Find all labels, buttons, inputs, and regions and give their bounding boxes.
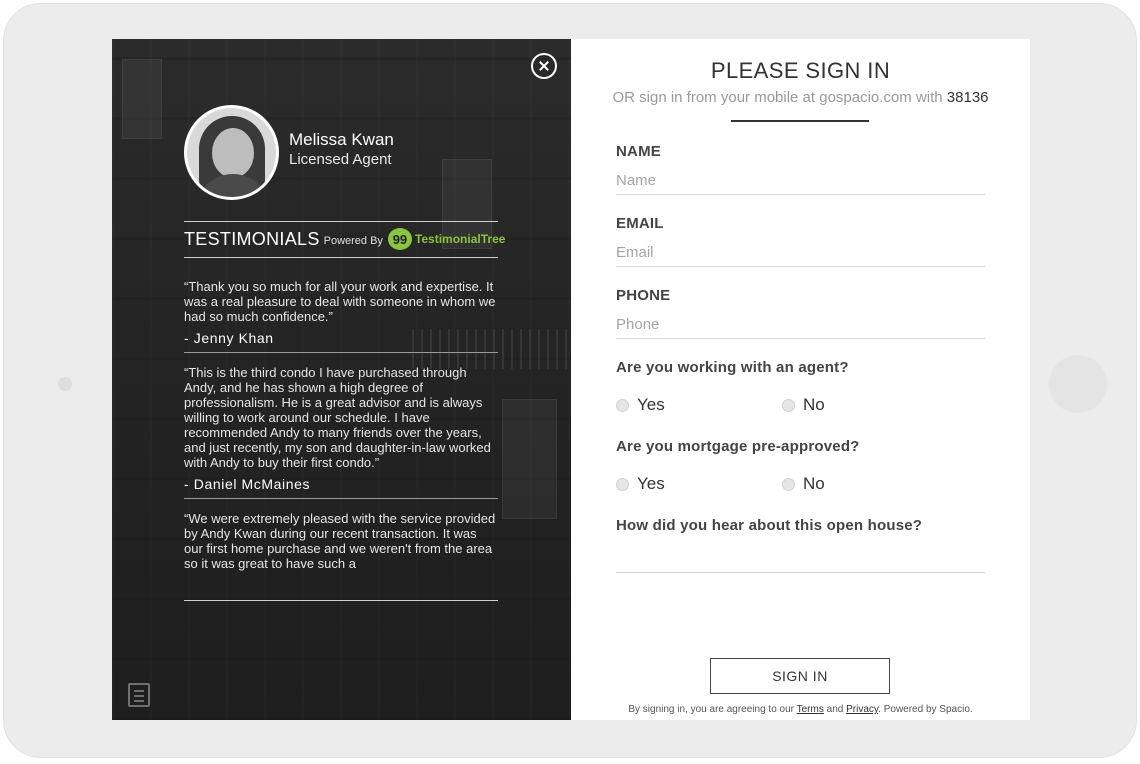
form-subtitle: OR sign in from your mobile at gospacio.…: [571, 89, 1030, 106]
close-circle-icon[interactable]: [531, 53, 557, 79]
powered-by-label: Powered By: [323, 235, 383, 247]
home-button[interactable]: [1049, 355, 1107, 413]
testimonial-author: - Daniel McMaines: [184, 476, 311, 492]
testimonialtree-wordmark: TestimonialTree: [414, 232, 506, 246]
legal-notice: By signing in, you are agreeing to our T…: [571, 704, 1030, 715]
radio-label: Yes: [637, 474, 665, 493]
background-window: [122, 59, 162, 139]
radio-circle-icon: [782, 477, 795, 491]
testimonialtree-logo: 99 TestimonialTree: [387, 228, 506, 250]
email-field[interactable]: [616, 239, 985, 267]
testimonial-list[interactable]: “Thank you so much for all your work and…: [184, 279, 498, 601]
sign-in-button[interactable]: SIGN IN: [710, 658, 890, 694]
radio-circle-icon: [616, 477, 629, 491]
testimonial-item: “Thank you so much for all your work and…: [184, 279, 498, 353]
event-code: 38136: [946, 89, 989, 106]
agent-avatar: [184, 105, 279, 200]
agent-question: Are you working with an agent?: [616, 359, 849, 376]
radio-label: No: [803, 395, 825, 414]
quote-bubble-icon: 99: [387, 228, 412, 250]
agent-panel: Melissa Kwan Licensed Agent TESTIMONIALS…: [112, 39, 571, 720]
document-icon[interactable]: [128, 683, 150, 707]
agent-radio-group: Yes No: [616, 395, 825, 415]
legal-text: By signing in, you are agreeing to our: [628, 704, 795, 715]
agent-yes-radio[interactable]: Yes: [616, 395, 782, 415]
testimonial-text: “This is the third condo I have purchase…: [184, 365, 491, 470]
divider: [184, 221, 498, 222]
sign-in-form: PLEASE SIGN IN OR sign in from your mobi…: [571, 39, 1030, 720]
testimonial-text: “We were extremely pleased with the serv…: [184, 511, 496, 571]
radio-label: No: [803, 474, 825, 493]
divider: [184, 600, 498, 601]
background-window: [502, 399, 557, 519]
testimonial-author: - Jenny Khan: [184, 330, 274, 346]
camera-dot: [58, 377, 72, 391]
screen: Melissa Kwan Licensed Agent TESTIMONIALS…: [112, 39, 1030, 720]
radio-circle-icon: [616, 398, 629, 412]
testimonial-item: “This is the third condo I have purchase…: [184, 365, 498, 499]
name-field[interactable]: [616, 167, 985, 195]
phone-field[interactable]: [616, 311, 985, 339]
testimonial-text: “Thank you so much for all your work and…: [184, 279, 496, 324]
subtitle-text: OR sign in from your mobile at gospacio.…: [612, 89, 943, 106]
terms-link[interactable]: Terms: [797, 704, 824, 715]
form-title: PLEASE SIGN IN: [710, 58, 891, 83]
divider: [184, 257, 498, 258]
agent-no-radio[interactable]: No: [782, 395, 825, 415]
radio-circle-icon: [782, 398, 795, 412]
testimonials-title: TESTIMONIALS: [184, 228, 320, 249]
agent-title: Licensed Agent: [289, 151, 392, 168]
testimonials-header: TESTIMONIALS Powered By 99 TestimonialTr…: [184, 228, 505, 250]
testimonial-item: “We were extremely pleased with the serv…: [184, 511, 498, 577]
mortgage-question: Are you mortgage pre-approved?: [616, 438, 860, 455]
mortgage-no-radio[interactable]: No: [782, 474, 825, 494]
agent-name: Melissa Kwan: [289, 130, 394, 149]
name-label: NAME: [616, 143, 661, 160]
phone-label: PHONE: [616, 287, 671, 304]
privacy-link[interactable]: Privacy: [846, 704, 878, 715]
hear-about-field[interactable]: [616, 544, 985, 573]
mortgage-yes-radio[interactable]: Yes: [616, 474, 782, 494]
legal-suffix: . Powered by Spacio.: [878, 704, 973, 715]
email-label: EMAIL: [616, 215, 664, 232]
radio-label: Yes: [637, 395, 665, 414]
legal-and: and: [826, 704, 844, 715]
hear-question: How did you hear about this open house?: [616, 517, 923, 534]
title-underline: [731, 120, 869, 122]
mortgage-radio-group: Yes No: [616, 474, 825, 494]
